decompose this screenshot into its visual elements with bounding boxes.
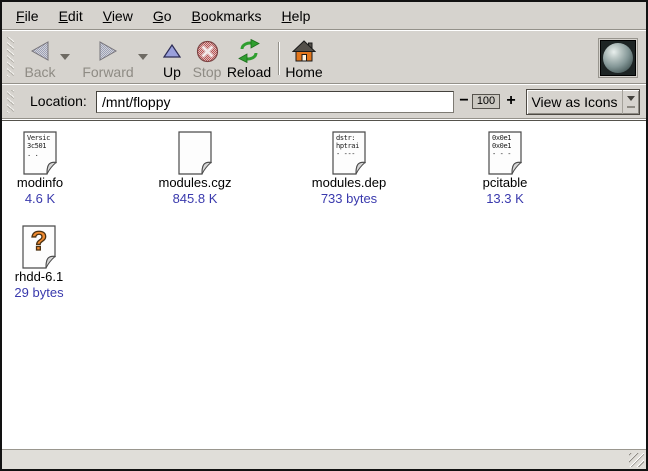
menu-view[interactable]: View [93, 4, 143, 28]
file-item-modules-cgz[interactable]: modules.cgz 845.8 K [152, 127, 238, 207]
file-manager-window: File Edit View Go Bookmarks Help Back [0, 0, 648, 471]
toolbar-separator [278, 42, 280, 75]
location-bar-drag-handle[interactable] [7, 90, 14, 113]
sphere-throbber-icon [600, 40, 636, 76]
forward-button[interactable]: Forward [78, 36, 138, 80]
forward-history-chevron-icon[interactable] [138, 54, 148, 65]
location-label: Location: [30, 85, 87, 118]
icon-view[interactable]: Versic 3c501 . . modinfo 4.6 K modules.c… [2, 120, 646, 449]
file-size: 733 bytes [321, 191, 377, 207]
unknown-document-icon: ? [22, 225, 56, 269]
forward-arrow-icon [96, 38, 120, 64]
menu-go[interactable]: Go [143, 4, 182, 28]
back-arrow-icon [28, 38, 52, 64]
zoom-level-indicator: 100 [472, 94, 500, 109]
statusbar [2, 449, 646, 469]
file-name: rhdd-6.1 [15, 269, 63, 285]
file-item-modinfo[interactable]: Versic 3c501 . . modinfo 4.6 K [2, 127, 78, 207]
text-document-icon: dstr: | hptrai - --- [332, 131, 366, 175]
text-document-icon: 0x0e1 0x0e1 - - - [488, 131, 522, 175]
file-size: 13.3 K [486, 191, 524, 207]
up-triangle-icon [163, 38, 181, 64]
toolbar: Back Forward Up [2, 31, 646, 83]
location-input[interactable] [96, 91, 454, 113]
menubar: File Edit View Go Bookmarks Help [2, 2, 646, 29]
forward-button-label: Forward [82, 65, 133, 80]
house-icon [292, 38, 316, 64]
circular-arrows-icon [237, 38, 261, 64]
toolbar-drag-handle[interactable] [7, 37, 14, 77]
file-item-rhdd[interactable]: ? rhdd-6.1 29 bytes [2, 221, 76, 301]
menu-edit[interactable]: Edit [49, 4, 93, 28]
zoom-out-button[interactable]: − [456, 90, 472, 112]
resize-grip[interactable] [629, 453, 644, 467]
up-button-label: Up [163, 65, 181, 80]
reload-button-label: Reload [227, 65, 271, 80]
text-document-icon: Versic 3c501 . . [23, 131, 57, 175]
file-name: modules.cgz [159, 175, 232, 191]
file-name: pcitable [483, 175, 528, 191]
file-size: 4.6 K [25, 191, 55, 207]
zoom-in-button[interactable]: + [503, 90, 519, 112]
view-mode-dropdown[interactable] [622, 90, 639, 114]
location-bar: Location: − 100 + View as Icons [2, 85, 646, 118]
up-button[interactable]: Up [157, 36, 187, 80]
back-button-label: Back [24, 65, 55, 80]
home-button-label: Home [285, 65, 322, 80]
menu-help[interactable]: Help [272, 4, 321, 28]
menu-bookmarks[interactable]: Bookmarks [182, 4, 272, 28]
file-size: 845.8 K [173, 191, 218, 207]
back-button[interactable]: Back [16, 36, 64, 80]
file-name: modinfo [17, 175, 63, 191]
file-size: 29 bytes [14, 285, 63, 301]
reload-button[interactable]: Reload [220, 36, 278, 80]
throbber-frame [598, 38, 638, 78]
home-button[interactable]: Home [282, 36, 326, 80]
stop-button-label: Stop [193, 65, 222, 80]
chevron-down-icon [627, 96, 635, 105]
view-mode-label: View as Icons [527, 94, 622, 110]
file-item-pcitable[interactable]: 0x0e1 0x0e1 - - - pcitable 13.3 K [462, 127, 548, 207]
plain-document-icon [178, 131, 212, 175]
question-mark-icon: ? [22, 226, 56, 257]
file-name: modules.dep [312, 175, 386, 191]
stop-circle-icon [196, 38, 219, 64]
file-item-modules-dep[interactable]: dstr: | hptrai - --- modules.dep 733 byt… [306, 127, 392, 207]
menu-file[interactable]: File [6, 4, 49, 28]
back-history-chevron-icon[interactable] [60, 54, 70, 65]
view-mode-button[interactable]: View as Icons [526, 89, 640, 115]
